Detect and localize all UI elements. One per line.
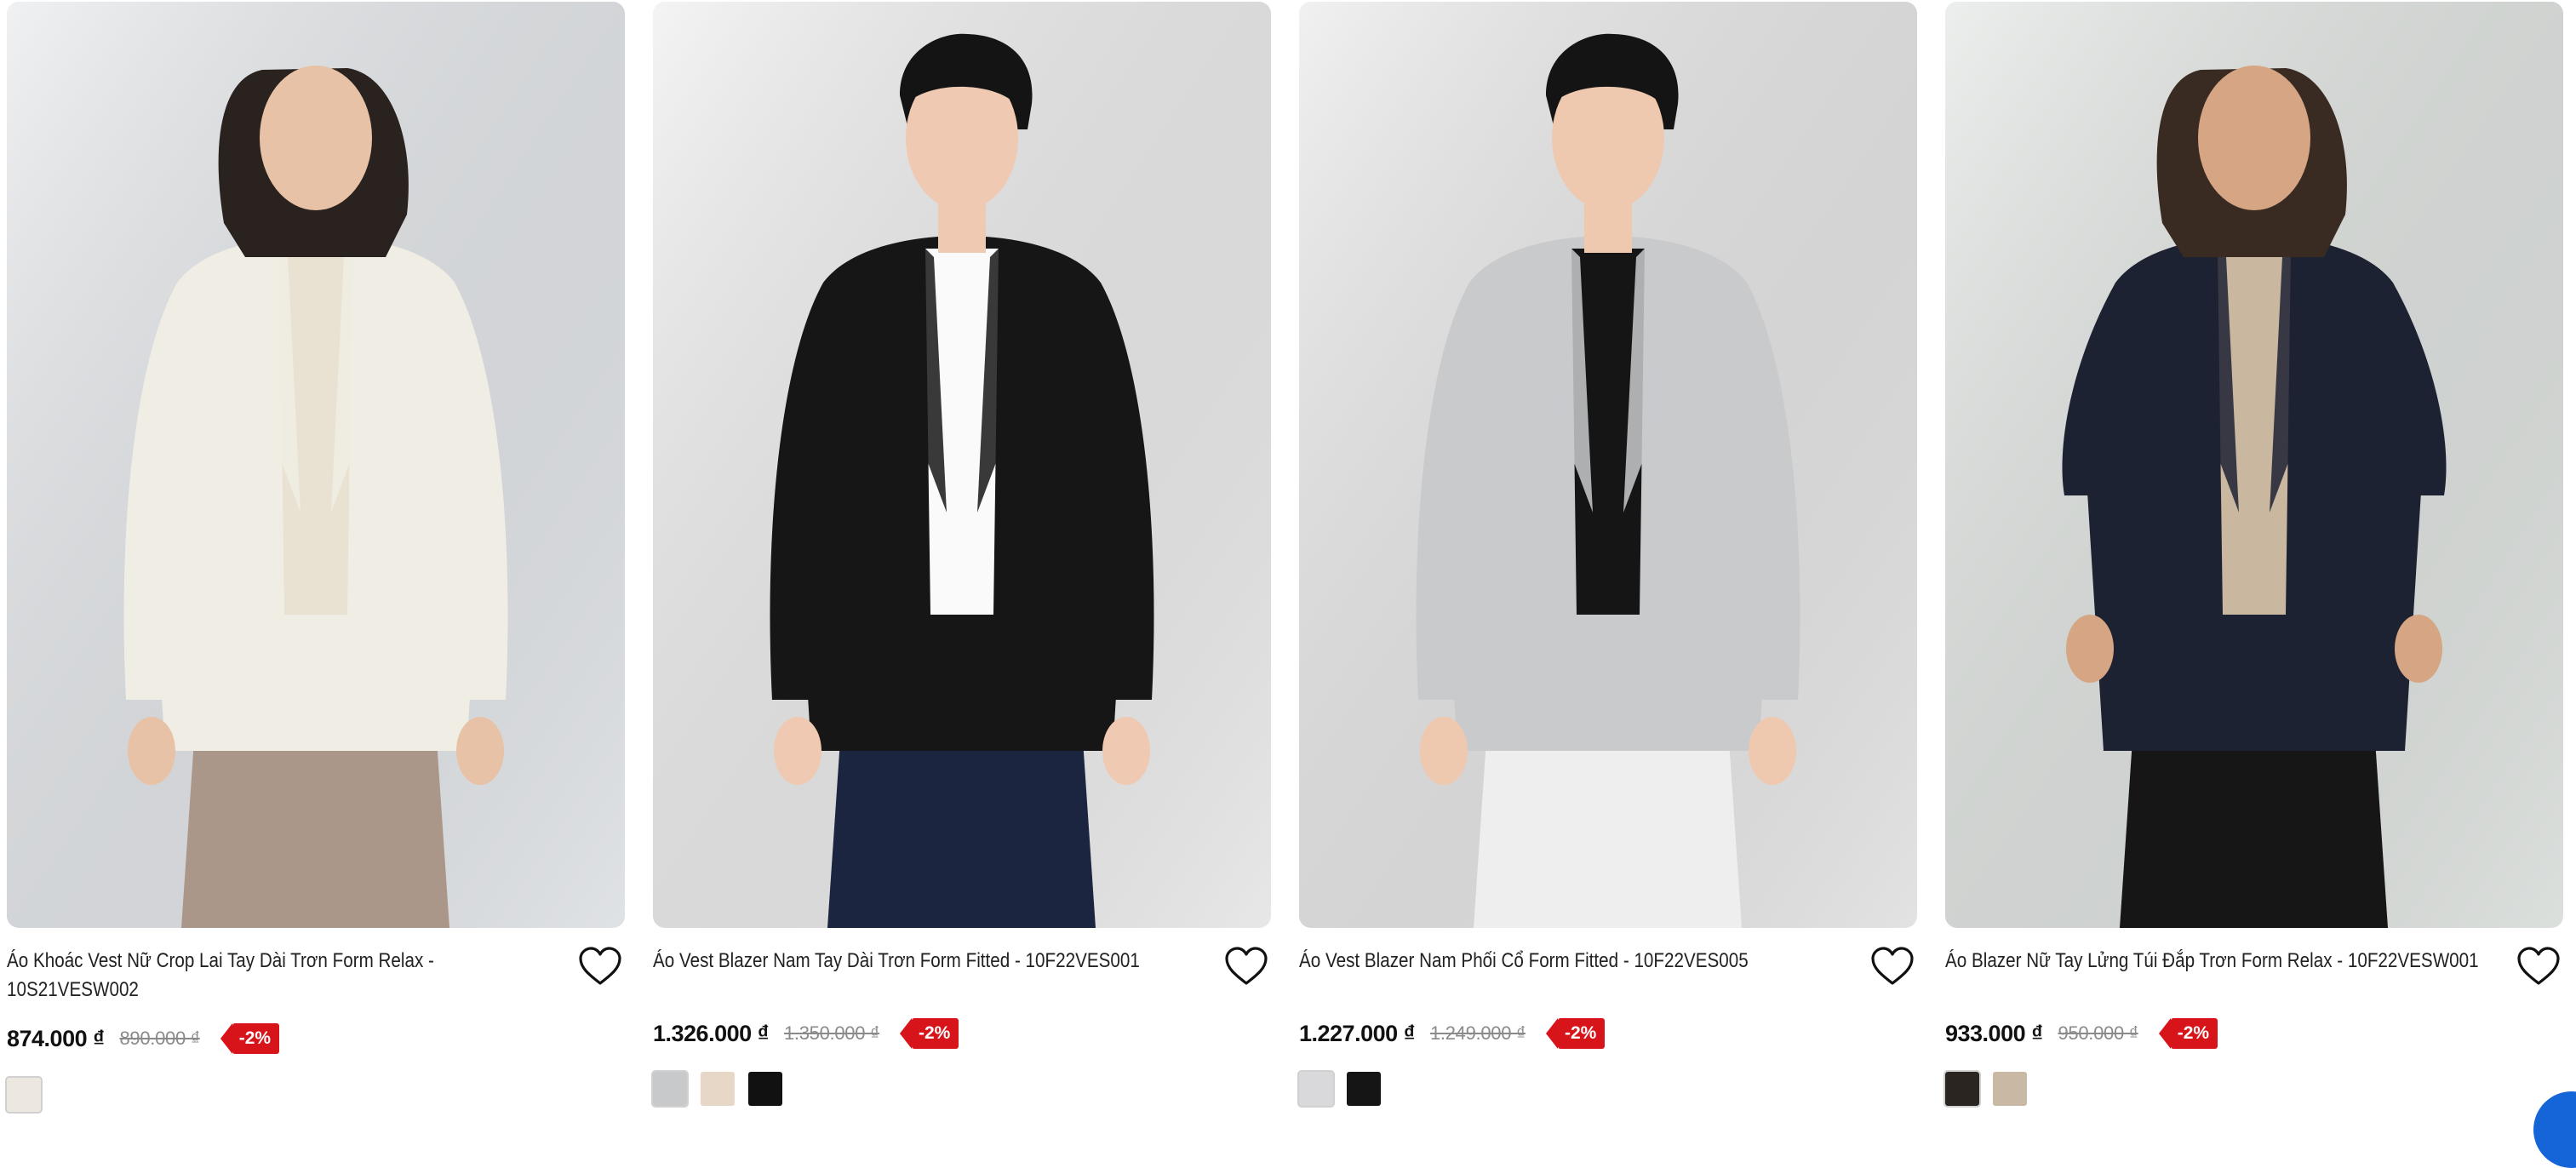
wishlist-heart-icon[interactable] [577, 945, 623, 988]
discount-badge: -2% [220, 1023, 280, 1054]
discount-badge: -2% [1545, 1018, 1606, 1049]
product-card[interactable]: Áo Vest Blazer Nam Tay Dài Trơn Form Fit… [651, 0, 1271, 1117]
product-name[interactable]: Áo Vest Blazer Nam Phối Cổ Form Fitted -… [1299, 947, 1767, 976]
price-row: 874.000 ₫ 890.000 ₫ -2% [7, 1022, 280, 1056]
original-price: 890.000 ₫ [119, 1028, 200, 1049]
product-name-text[interactable]: Áo Vest Blazer Nam Tay Dài Trơn Form Fit… [653, 947, 1198, 976]
product-card[interactable]: Áo Blazer Nữ Tay Lửng Túi Đắp Trơn Form … [1943, 0, 2563, 1117]
color-swatch[interactable] [748, 1072, 782, 1106]
color-swatches [5, 1076, 43, 1114]
product-name[interactable]: Áo Blazer Nữ Tay Lửng Túi Đắp Trơn Form … [1945, 947, 2479, 976]
price-row: 1.326.000 ₫ 1.350.000 ₫ -2% [653, 1016, 959, 1051]
heart-outline-icon [579, 947, 621, 985]
color-swatches [1943, 1070, 2027, 1108]
product-card[interactable]: Áo Khoác Vest Nữ Crop Lai Tay Dài Trơn F… [5, 0, 625, 1117]
wishlist-heart-icon[interactable] [1223, 945, 1269, 988]
color-swatch[interactable] [1943, 1070, 1981, 1108]
product-grid: Áo Khoác Vest Nữ Crop Lai Tay Dài Trơn F… [0, 0, 2576, 1117]
wishlist-heart-icon[interactable] [2516, 945, 2562, 988]
discount-badge: -2% [899, 1018, 959, 1049]
sale-price: 1.227.000 ₫ [1299, 1020, 1415, 1046]
product-name-text[interactable]: Áo Vest Blazer Nam Phối Cổ Form Fitted -… [1299, 947, 1844, 976]
color-swatch[interactable] [701, 1072, 735, 1106]
original-price: 1.249.000 ₫ [1429, 1022, 1526, 1044]
color-swatch[interactable] [1297, 1070, 1335, 1108]
color-swatch[interactable] [651, 1070, 689, 1108]
color-swatches [651, 1070, 782, 1108]
wishlist-heart-icon[interactable] [1869, 945, 1915, 988]
heart-outline-icon [1225, 947, 1268, 985]
price-row: 1.227.000 ₫ 1.249.000 ₫ -2% [1299, 1016, 1606, 1051]
sale-price: 874.000 ₫ [7, 1025, 105, 1051]
original-price: 1.350.000 ₫ [783, 1022, 879, 1044]
price-row: 933.000 ₫ 950.000 ₫ -2% [1945, 1016, 2218, 1051]
heart-outline-icon [1871, 947, 1914, 985]
product-image[interactable] [653, 2, 1271, 928]
sale-price: 1.326.000 ₫ [653, 1020, 769, 1046]
product-image[interactable] [1945, 2, 2563, 928]
product-image[interactable] [1299, 2, 1917, 928]
color-swatch[interactable] [1347, 1072, 1381, 1106]
product-name-text[interactable]: Áo Blazer Nữ Tay Lửng Túi Đắp Trơn Form … [1945, 947, 2490, 976]
sale-price: 933.000 ₫ [1945, 1020, 2043, 1046]
product-name[interactable]: Áo Khoác Vest Nữ Crop Lai Tay Dài Trơn F… [7, 947, 475, 1005]
product-name-text[interactable]: Áo Khoác Vest Nữ Crop Lai Tay Dài Trơn F… [7, 947, 552, 1005]
original-price: 950.000 ₫ [2058, 1022, 2138, 1044]
product-image[interactable] [7, 2, 625, 928]
color-swatches [1297, 1070, 1381, 1108]
color-swatch[interactable] [1993, 1072, 2027, 1106]
color-swatch[interactable] [5, 1076, 43, 1114]
product-name[interactable]: Áo Vest Blazer Nam Tay Dài Trơn Form Fit… [653, 947, 1140, 976]
discount-badge: -2% [2158, 1018, 2218, 1049]
heart-outline-icon [2517, 947, 2560, 985]
product-card[interactable]: Áo Vest Blazer Nam Phối Cổ Form Fitted -… [1297, 0, 1917, 1117]
